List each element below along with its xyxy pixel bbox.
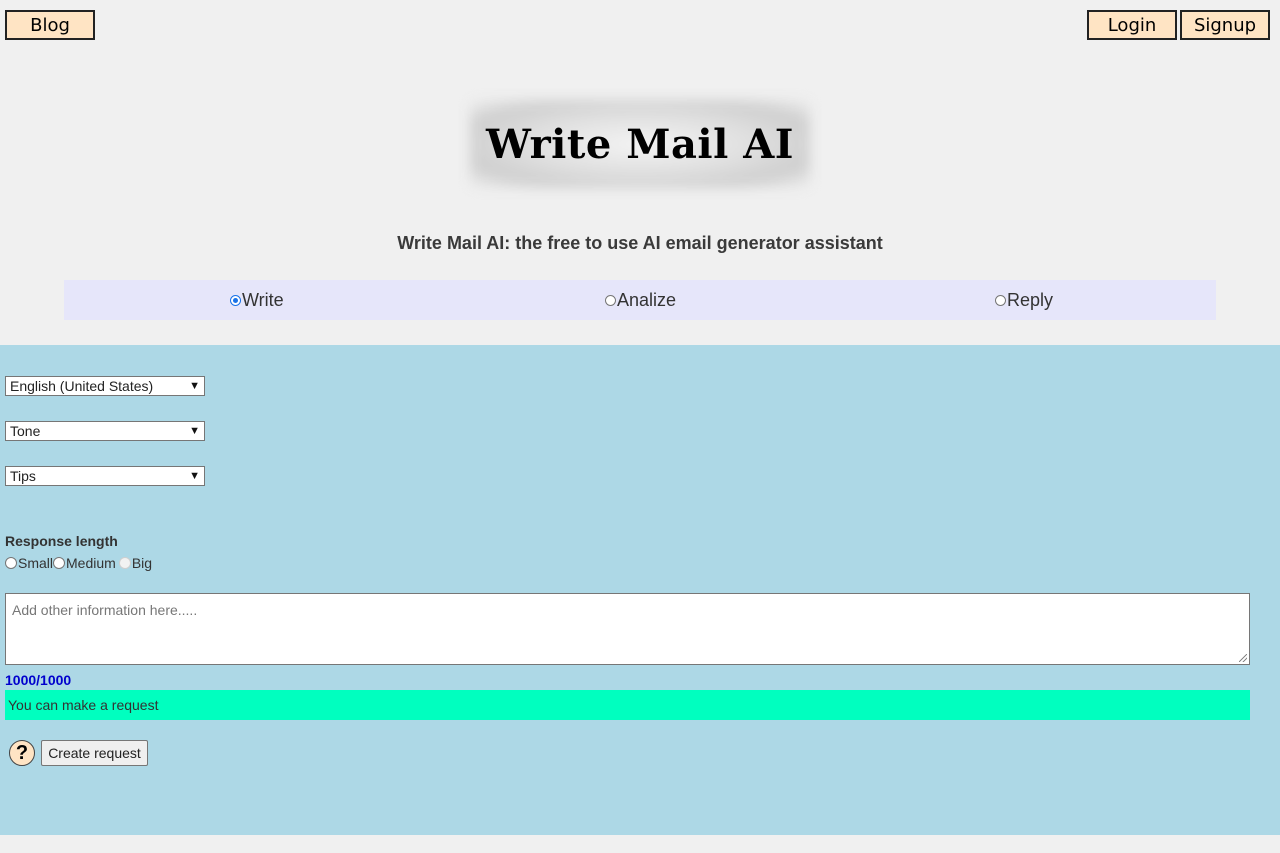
response-length-medium-radio[interactable]: Medium bbox=[53, 555, 116, 571]
mode-analize-radio[interactable]: Analize bbox=[605, 280, 676, 320]
page-subtitle: Write Mail AI: the free to use AI email … bbox=[397, 233, 883, 253]
radio-unchecked-icon bbox=[53, 557, 66, 569]
tips-select[interactable]: Tips ▼ bbox=[5, 466, 205, 486]
mode-write-label: Write bbox=[242, 289, 284, 310]
create-request-button[interactable]: Create request bbox=[41, 740, 148, 766]
response-length-medium-label: Medium bbox=[66, 555, 116, 571]
response-length-big-label: Big bbox=[131, 555, 153, 571]
response-length-small-radio[interactable]: Small bbox=[5, 555, 53, 571]
tone-select[interactable]: Tone ▼ bbox=[5, 421, 205, 441]
mode-reply-radio[interactable]: Reply bbox=[995, 280, 1053, 320]
textarea-placeholder: Add other information here..... bbox=[12, 602, 198, 618]
tone-select-value: Tone bbox=[10, 423, 41, 439]
response-length-options: Small Medium Big bbox=[5, 555, 152, 571]
mode-analize-label: Analize bbox=[617, 289, 677, 310]
signup-button[interactable]: Signup bbox=[1180, 10, 1270, 40]
blog-button[interactable]: Blog bbox=[5, 10, 95, 40]
status-message: You can make a request bbox=[5, 690, 1250, 720]
logo: Write Mail AI bbox=[470, 100, 810, 188]
radio-unchecked-icon bbox=[5, 557, 17, 569]
top-bar: Blog Login Signup bbox=[0, 0, 1280, 60]
chevron-down-icon: ▼ bbox=[189, 380, 200, 392]
mode-reply-label: Reply bbox=[1007, 289, 1054, 310]
question-mark-icon[interactable]: ? bbox=[9, 740, 35, 766]
mode-selector: Write Analize Reply bbox=[64, 280, 1216, 320]
login-button[interactable]: Login bbox=[1087, 10, 1177, 40]
language-select[interactable]: English (United States) ▼ bbox=[5, 376, 205, 396]
response-length-small-label: Small bbox=[18, 555, 54, 571]
response-length-big-radio[interactable]: Big bbox=[118, 555, 153, 571]
chevron-down-icon: ▼ bbox=[189, 470, 200, 482]
radio-disabled-icon bbox=[118, 557, 131, 569]
logo-text: Write Mail AI bbox=[485, 120, 794, 168]
resize-grip-icon[interactable] bbox=[1239, 654, 1247, 662]
chevron-down-icon: ▼ bbox=[189, 425, 200, 437]
mode-write-radio[interactable]: Write bbox=[230, 280, 284, 320]
character-counter: 1000/1000 bbox=[5, 672, 72, 688]
radio-unchecked-icon bbox=[995, 294, 1006, 306]
form-panel: English (United States) ▼ Tone ▼ Tips ▼ … bbox=[0, 345, 1280, 835]
response-length-label: Response length bbox=[5, 533, 118, 549]
language-select-value: English (United States) bbox=[10, 378, 154, 394]
radio-checked-icon bbox=[230, 294, 241, 306]
tips-select-value: Tips bbox=[10, 468, 36, 484]
radio-unchecked-icon bbox=[605, 294, 616, 306]
additional-info-textarea[interactable]: Add other information here..... bbox=[5, 593, 1250, 665]
